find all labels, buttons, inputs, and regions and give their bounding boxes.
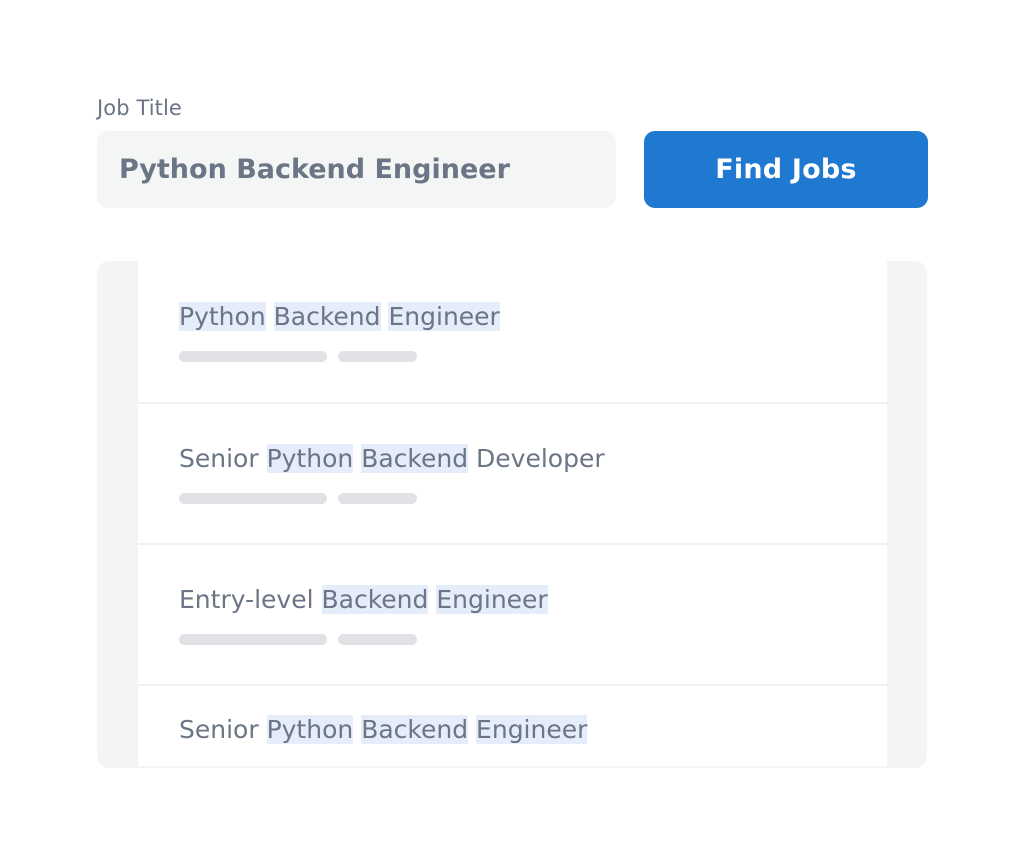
title-text: Entry-level	[179, 585, 322, 614]
highlighted-keyword: Python	[179, 302, 266, 331]
highlighted-keyword: Backend	[273, 302, 381, 331]
title-text	[468, 715, 476, 744]
result-row[interactable]: Senior Python Backend Engineer	[138, 686, 887, 766]
skeleton-bar	[338, 493, 417, 504]
skeleton-bar	[338, 634, 417, 645]
title-text	[353, 444, 361, 473]
title-text: Developer	[468, 444, 605, 473]
title-text: Senior	[179, 715, 267, 744]
skeleton-bar	[179, 634, 327, 645]
title-text	[266, 302, 274, 331]
result-title: Senior Python Backend Developer	[179, 443, 887, 475]
results-container: Python Backend Engineer Senior Python Bac…	[97, 261, 927, 768]
highlighted-keyword: Backend	[321, 585, 429, 614]
skeleton-placeholder-group	[179, 351, 887, 362]
search-row: Find Jobs	[97, 131, 937, 209]
result-title: Python Backend Engineer	[179, 301, 887, 333]
find-jobs-button[interactable]: Find Jobs	[644, 131, 928, 209]
highlighted-keyword: Backend	[361, 444, 469, 473]
highlighted-keyword: Engineer	[388, 302, 500, 331]
skeleton-placeholder-group	[179, 493, 887, 504]
title-text	[353, 715, 361, 744]
job-title-input[interactable]	[97, 131, 616, 209]
highlighted-keyword: Backend	[361, 715, 469, 744]
skeleton-placeholder-group	[179, 634, 887, 645]
job-search-form: Job Title Find Jobs	[97, 96, 937, 209]
job-title-label: Job Title	[97, 96, 182, 120]
results-list[interactable]: Python Backend Engineer Senior Python Bac…	[138, 261, 887, 766]
result-row[interactable]: Python Backend Engineer	[138, 261, 887, 404]
skeleton-bar	[179, 493, 327, 504]
result-title: Entry-level Backend Engineer	[179, 584, 887, 616]
title-text: Senior	[179, 444, 267, 473]
highlighted-keyword: Python	[266, 715, 354, 744]
skeleton-bar	[179, 351, 327, 362]
highlighted-keyword: Python	[266, 444, 354, 473]
highlighted-keyword: Engineer	[436, 585, 548, 614]
skeleton-bar	[338, 351, 417, 362]
result-row[interactable]: Entry-level Backend Engineer	[138, 545, 887, 686]
result-title: Senior Python Backend Engineer	[179, 714, 887, 746]
highlighted-keyword: Engineer	[476, 715, 588, 744]
result-row[interactable]: Senior Python Backend Developer	[138, 404, 887, 545]
